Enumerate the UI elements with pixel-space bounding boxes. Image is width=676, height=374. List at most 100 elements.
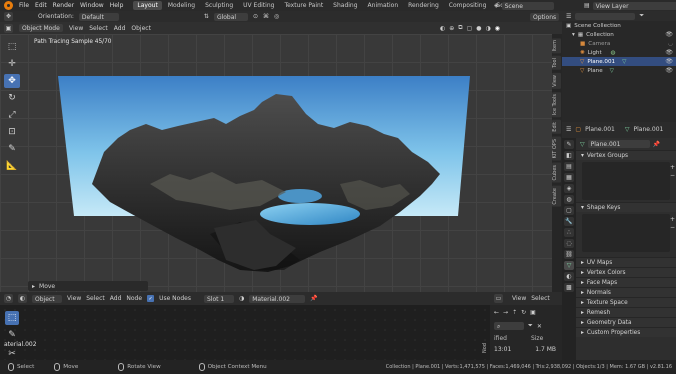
scene-field[interactable]: Scene <box>501 1 554 10</box>
parent-icon[interactable]: ⇡ <box>512 309 517 316</box>
measure-icon[interactable]: 📐 <box>4 159 20 173</box>
remove-icon[interactable]: − <box>670 172 675 179</box>
outliner-item-plane-001[interactable]: ▽ Plane.001 ▽ 👁 <box>562 57 676 66</box>
eye-icon[interactable]: 👁 <box>665 49 673 56</box>
side-tab-cubes[interactable]: Cubes <box>552 163 561 183</box>
eye-icon[interactable]: ◡ <box>668 40 673 47</box>
panel-shape-keys[interactable]: ▾ Shape Keys <box>576 202 676 212</box>
add-menu[interactable]: Add <box>114 25 126 32</box>
panel-texture-space[interactable]: ▸ Texture Space <box>576 297 676 307</box>
eye-icon[interactable]: 👁 <box>665 58 673 65</box>
cursor-icon[interactable]: ✛ <box>4 57 20 71</box>
collapse-arrow-icon[interactable]: ▾ <box>572 32 575 38</box>
panel-uv-maps[interactable]: ▸ UV Maps <box>576 257 676 267</box>
vertex-groups-list[interactable]: + − <box>582 162 675 200</box>
proportional-icon[interactable]: ◎ <box>274 13 279 20</box>
properties-editor-icon[interactable]: ☰ <box>566 126 571 133</box>
scene-selector[interactable]: ◈ Scene <box>494 1 554 10</box>
material-name-field[interactable]: Material.002 <box>249 294 306 303</box>
tab-modeling[interactable]: Modeling <box>164 1 199 10</box>
visibility-icon[interactable]: ◐ <box>440 25 445 32</box>
world-tab-icon[interactable]: ◍ <box>564 195 574 204</box>
tab-uv-editing[interactable]: UV Editing <box>239 1 278 10</box>
select-menu[interactable]: Select <box>89 25 108 32</box>
slot-dropdown[interactable]: Slot 1 <box>203 294 234 303</box>
3d-viewport[interactable]: Path Tracing Sample 45/70 ▸ Move <box>0 34 552 292</box>
node-annotate-icon[interactable]: ✎ <box>5 329 19 341</box>
scale-icon[interactable]: ⤢ <box>4 108 20 122</box>
node-node-menu[interactable]: Node <box>126 295 142 302</box>
size-column-header[interactable]: Size <box>531 335 543 342</box>
node-view-menu[interactable]: View <box>67 295 81 302</box>
material-shading-icon[interactable]: ◑ <box>486 25 491 32</box>
node-editor[interactable]: ⬚ ✎ aterial.002 ✂ <box>0 305 490 360</box>
node-add-menu[interactable]: Add <box>110 295 122 302</box>
outliner-collection[interactable]: ▾ ▦ Collection 👁 <box>562 30 676 39</box>
side-tab-create[interactable]: Create <box>552 185 561 207</box>
menu-render[interactable]: Render <box>53 2 74 9</box>
panel-custom-properties[interactable]: ▸ Custom Properties <box>576 327 676 337</box>
view-layer-field[interactable]: View Layer <box>592 1 676 10</box>
mesh-data-tab-icon[interactable]: ▽ <box>564 261 574 270</box>
tab-shading[interactable]: Shading <box>329 1 361 10</box>
panel-remesh[interactable]: ▸ Remesh <box>576 307 676 317</box>
modified-column-header[interactable]: ified <box>494 335 507 342</box>
overlay-icon[interactable]: ⧉ <box>458 24 462 32</box>
modifier-tab-icon[interactable]: 🔧 <box>564 217 574 226</box>
options-dropdown[interactable]: Options <box>530 12 560 21</box>
outliner-item-light[interactable]: ✺ Light ◍ 👁 <box>562 48 676 57</box>
solid-shading-icon[interactable]: ● <box>476 25 481 32</box>
hidden-icon[interactable]: ✕ <box>537 323 542 330</box>
panel-geometry-data[interactable]: ▸ Geometry Data <box>576 317 676 327</box>
tab-rendering[interactable]: Rendering <box>404 1 443 10</box>
blender-logo-icon[interactable] <box>4 1 13 10</box>
tab-texture-paint[interactable]: Texture Paint <box>280 1 327 10</box>
file-side-tab[interactable]: Nod <box>482 343 488 353</box>
eye-icon[interactable]: 👁 <box>665 67 673 74</box>
side-tab-ice-tools[interactable]: Ice Tools <box>552 91 561 118</box>
output-tab-icon[interactable]: ▤ <box>564 162 574 171</box>
scene-tab-icon[interactable]: ◈ <box>564 184 574 193</box>
eye-icon[interactable]: 👁 <box>665 31 673 38</box>
new-folder-icon[interactable]: ▣ <box>530 309 536 316</box>
material-tab-icon[interactable]: ◐ <box>564 272 574 281</box>
side-tab-kit-ops[interactable]: KIT OPS <box>552 136 561 161</box>
outliner-search-input[interactable] <box>575 12 636 20</box>
object-menu[interactable]: Object <box>131 25 151 32</box>
node-editor-type-icon[interactable]: ◔ <box>4 294 13 303</box>
file-search-input[interactable]: ⌕ <box>494 322 524 330</box>
side-tab-tool[interactable]: Tool <box>552 56 561 71</box>
object-tab-icon[interactable]: ▢ <box>564 206 574 215</box>
pin-icon[interactable]: 📌 <box>653 141 660 148</box>
last-operator-panel[interactable]: ▸ Move <box>28 281 148 291</box>
shader-type-dropdown[interactable]: Object <box>32 294 62 303</box>
remove-icon[interactable]: − <box>670 224 675 231</box>
node-select-tool-icon[interactable]: ⬚ <box>5 311 19 325</box>
menu-file[interactable]: File <box>19 2 29 9</box>
refresh-icon[interactable]: ↻ <box>521 309 526 316</box>
menu-window[interactable]: Window <box>80 2 104 9</box>
tool-tab-icon[interactable]: ✎ <box>564 140 574 149</box>
constraints-tab-icon[interactable]: ⛓ <box>564 250 574 259</box>
pin-icon[interactable]: 📌 <box>310 295 317 302</box>
file-browser-type-icon[interactable]: ▭ <box>494 294 503 303</box>
texture-tab-icon[interactable]: ▩ <box>564 283 574 292</box>
back-icon[interactable]: ← <box>494 309 499 316</box>
rendered-shading-icon[interactable]: ◉ <box>495 25 500 32</box>
view-menu[interactable]: View <box>69 25 83 32</box>
filter-icon[interactable]: ⏷ <box>639 12 644 20</box>
xray-icon[interactable]: ▢ <box>467 25 473 32</box>
menu-edit[interactable]: Edit <box>35 2 47 9</box>
tool-icon[interactable]: ✥ <box>4 12 13 21</box>
side-tab-view[interactable]: View <box>552 73 561 89</box>
annotate-icon[interactable]: ✎ <box>4 142 20 156</box>
rotate-icon[interactable]: ↻ <box>4 91 20 105</box>
gizmo-icon[interactable]: ⊕ <box>449 25 454 32</box>
tab-animation[interactable]: Animation <box>364 1 403 10</box>
file-view-menu[interactable]: View <box>512 295 526 302</box>
outliner-editor-icon[interactable]: ☰ <box>566 13 571 20</box>
shape-keys-list[interactable]: + − <box>582 214 675 252</box>
mesh-name-field[interactable]: Plane.001 <box>587 140 650 148</box>
file-row[interactable]: 13:01 1.7 MB <box>490 345 562 354</box>
tab-compositing[interactable]: Compositing <box>445 1 491 10</box>
